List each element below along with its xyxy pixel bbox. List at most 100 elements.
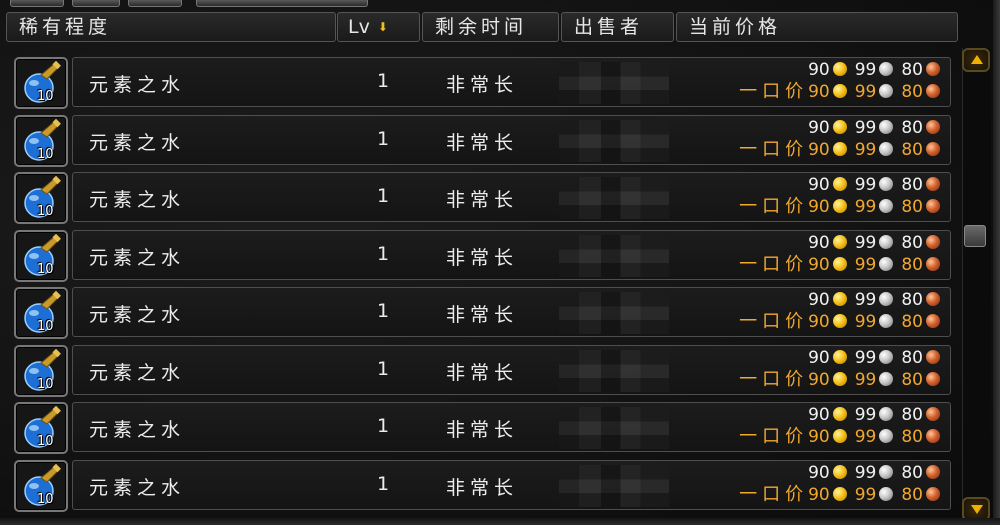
item-stack-count: 10: [37, 204, 54, 219]
column-header-level-label: Lv: [348, 16, 370, 38]
seller-name-pixelated: [559, 235, 669, 277]
auction-row-bar[interactable]: 元素之水 1 非常长 90 99 80 一口价90 99 80: [72, 57, 951, 107]
bid-copper-amount: 80: [901, 175, 923, 195]
item-stack-count: 10: [37, 89, 54, 104]
column-header-time-left[interactable]: 剩余时间: [422, 12, 559, 42]
auction-row-bar[interactable]: 元素之水 1 非常长 90 99 80 一口价90 99 80: [72, 345, 951, 395]
gold-coin-icon: [832, 350, 847, 364]
bid-gold-amount: 90: [808, 233, 830, 253]
auction-row[interactable]: 10 元素之水 1 非常长 90 99 80 一口价90 99 80: [14, 345, 951, 397]
auction-row[interactable]: 10 元素之水 1 非常长 90 99 80 一口价90 99 80: [14, 57, 951, 109]
column-header-seller-label: 出售者: [574, 16, 644, 38]
item-name: 元素之水: [89, 304, 186, 326]
bid-copper-amount: 80: [901, 405, 923, 425]
auction-row-bar[interactable]: 元素之水 1 非常长 90 99 80 一口价90 99 80: [72, 172, 951, 222]
price-panel: 90 99 80 一口价90 99 80: [686, 59, 946, 105]
silver-coin-icon: [879, 465, 894, 479]
silver-coin-icon: [879, 487, 894, 501]
item-icon-slot[interactable]: 10: [14, 57, 68, 109]
scroll-up-button[interactable]: [962, 48, 990, 72]
bid-gold-amount: 90: [808, 405, 830, 425]
auction-row[interactable]: 10 元素之水 1 非常长 90 99 80 一口价90 99 80: [14, 402, 951, 454]
gold-coin-icon: [832, 292, 847, 306]
item-name: 元素之水: [89, 74, 186, 96]
column-header-seller[interactable]: 出售者: [561, 12, 674, 42]
bid-silver-amount: 99: [854, 60, 877, 80]
buyout-copper-amount: 80: [901, 197, 923, 217]
price-panel: 90 99 80 一口价90 99 80: [686, 347, 946, 393]
item-icon-slot[interactable]: 10: [14, 287, 68, 339]
auction-row[interactable]: 10 元素之水 1 非常长 90 99 80 一口价90 99 80: [14, 172, 951, 224]
copper-coin-icon: [926, 177, 940, 191]
bid-price: 90 99 80: [808, 174, 942, 196]
column-header-current-price[interactable]: 当前价格: [676, 12, 958, 42]
gold-coin-icon: [832, 487, 847, 501]
auction-row[interactable]: 10 元素之水 1 非常长 90 99 80 一口价90 99 80: [14, 230, 951, 282]
seller-name-pixelated: [559, 177, 669, 219]
column-header-level[interactable]: Lv ⬇: [337, 12, 420, 42]
silver-coin-icon: [879, 120, 894, 134]
auction-row-bar[interactable]: 元素之水 1 非常长 90 99 80 一口价90 99 80: [72, 460, 951, 510]
bid-gold-amount: 90: [808, 290, 830, 310]
gold-coin-icon: [832, 257, 847, 271]
silver-coin-icon: [879, 407, 894, 421]
seller-name-pixelated: [559, 407, 669, 449]
item-icon-slot[interactable]: 10: [14, 345, 68, 397]
item-stack-count: 10: [37, 319, 54, 334]
sort-descending-icon: ⬇: [377, 20, 388, 34]
bid-copper-amount: 80: [901, 60, 923, 80]
auction-house-frame: 稀有程度 Lv ⬇ 剩余时间 出售者 当前价格 10 元素之水 1 非常长 90…: [0, 0, 1000, 525]
item-name: 元素之水: [89, 477, 186, 499]
bid-copper-amount: 80: [901, 118, 923, 138]
buyout-price: 一口价90 99 80: [739, 139, 942, 161]
buyout-label: 一口价: [739, 369, 809, 390]
auction-row-bar[interactable]: 元素之水 1 非常长 90 99 80 一口价90 99 80: [72, 287, 951, 337]
auction-row[interactable]: 10 元素之水 1 非常长 90 99 80 一口价90 99 80: [14, 287, 951, 339]
item-level: 1: [376, 70, 390, 92]
item-icon-slot[interactable]: 10: [14, 460, 68, 512]
gold-coin-icon: [832, 177, 847, 191]
scrollbar-track[interactable]: [962, 48, 991, 522]
bid-gold-amount: 90: [808, 118, 830, 138]
frame-edge-right: [993, 0, 1000, 525]
bid-price: 90 99 80: [808, 347, 942, 369]
copper-coin-icon: [926, 62, 940, 76]
item-level: 1: [376, 128, 390, 150]
buyout-gold-amount: 90: [808, 140, 830, 160]
item-level: 1: [376, 185, 390, 207]
item-name: 元素之水: [89, 247, 186, 269]
buyout-label: 一口价: [739, 139, 809, 160]
copper-coin-icon: [926, 235, 940, 249]
copper-coin-icon: [926, 407, 940, 421]
item-stack-count: 10: [37, 262, 54, 277]
gold-coin-icon: [832, 372, 847, 386]
silver-coin-icon: [879, 199, 894, 213]
scrollbar-thumb[interactable]: [964, 225, 986, 247]
auction-row-bar[interactable]: 元素之水 1 非常长 90 99 80 一口价90 99 80: [72, 115, 951, 165]
item-icon-slot[interactable]: 10: [14, 172, 68, 224]
bid-silver-amount: 99: [854, 118, 877, 138]
gold-coin-icon: [832, 465, 847, 479]
bid-copper-amount: 80: [901, 290, 923, 310]
buyout-copper-amount: 80: [901, 255, 923, 275]
seller-name-pixelated: [559, 465, 669, 507]
silver-coin-icon: [879, 177, 894, 191]
time-left: 非常长: [446, 74, 519, 96]
buyout-gold-amount: 90: [808, 427, 830, 447]
silver-coin-icon: [879, 235, 894, 249]
time-left: 非常长: [446, 247, 519, 269]
item-icon-slot[interactable]: 10: [14, 230, 68, 282]
column-header-rarity[interactable]: 稀有程度: [6, 12, 336, 42]
auction-row[interactable]: 10 元素之水 1 非常长 90 99 80 一口价90 99 80: [14, 115, 951, 167]
auction-row-bar[interactable]: 元素之水 1 非常长 90 99 80 一口价90 99 80: [72, 230, 951, 280]
item-icon-slot[interactable]: 10: [14, 402, 68, 454]
price-panel: 90 99 80 一口价90 99 80: [686, 404, 946, 450]
item-icon-slot[interactable]: 10: [14, 115, 68, 167]
item-stack-count: 10: [37, 377, 54, 392]
scroll-up-icon: [971, 55, 983, 64]
auction-row-bar[interactable]: 元素之水 1 非常长 90 99 80 一口价90 99 80: [72, 402, 951, 452]
auction-row[interactable]: 10 元素之水 1 非常长 90 99 80 一口价90 99 80: [14, 460, 951, 512]
buyout-price: 一口价90 99 80: [739, 196, 942, 218]
price-panel: 90 99 80 一口价90 99 80: [686, 462, 946, 508]
item-level: 1: [376, 243, 390, 265]
